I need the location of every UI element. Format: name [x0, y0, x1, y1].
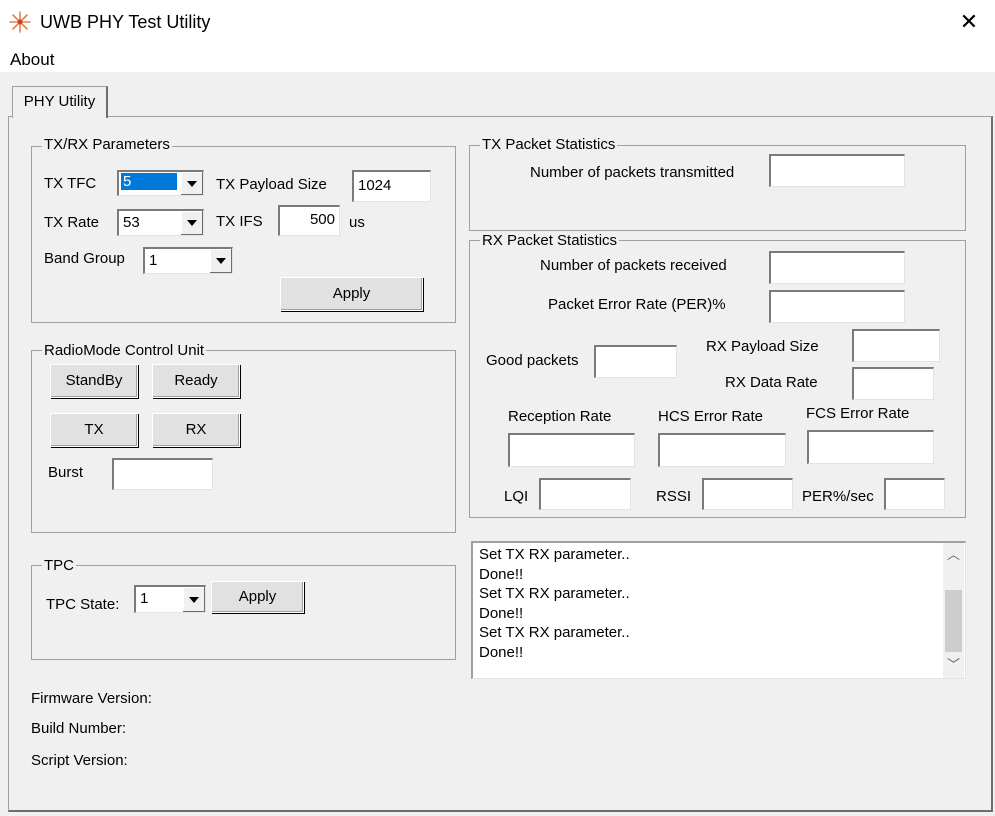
chevron-up-icon[interactable]: ︿	[943, 545, 964, 565]
rx-stats-title: RX Packet Statistics	[480, 232, 620, 249]
band-group-select[interactable]: 1	[143, 247, 233, 274]
standby-button[interactable]: StandBy	[50, 364, 138, 398]
txrx-parameters-title: TX/RX Parameters	[42, 136, 172, 153]
menu-about[interactable]: About	[10, 50, 54, 70]
rx-data-rate-input[interactable]	[852, 367, 934, 400]
tx-payload-size-label: TX Payload Size	[216, 176, 327, 193]
uwb-star-logo-icon	[9, 11, 31, 33]
log-scrollbar[interactable]: ︿ ﹀	[943, 543, 964, 678]
log-line: Set TX RX parameter..	[479, 546, 630, 563]
per-label: Packet Error Rate (PER)%	[548, 296, 726, 313]
log-line: Set TX RX parameter..	[479, 624, 630, 641]
per-input[interactable]	[769, 290, 905, 323]
ready-button[interactable]: Ready	[152, 364, 240, 398]
packets-transmitted-input[interactable]	[769, 154, 905, 187]
packets-received-label: Number of packets received	[540, 257, 727, 274]
fcs-error-rate-input[interactable]	[807, 430, 934, 464]
fcs-error-rate-label: FCS Error Rate	[806, 405, 910, 422]
chevron-down-icon[interactable]: ﹀	[943, 655, 964, 675]
log-textarea[interactable]: Set TX RX parameter.. Done!! Set TX RX p…	[471, 541, 966, 679]
reception-rate-label: Reception Rate	[508, 408, 612, 425]
close-button[interactable]: ✕	[952, 6, 986, 38]
txrx-apply-button[interactable]: Apply	[280, 277, 423, 311]
chevron-down-icon[interactable]	[209, 249, 232, 273]
script-version-label: Script Version:	[31, 752, 128, 769]
tx-rate-value: 53	[123, 214, 140, 231]
tx-tfc-value: 5	[121, 173, 177, 190]
tab-phy-utility[interactable]: PHY Utility	[12, 86, 108, 118]
burst-input[interactable]	[112, 458, 213, 490]
good-packets-label: Good packets	[486, 352, 579, 369]
tx-ifs-input[interactable]: 500	[278, 205, 340, 236]
packets-received-input[interactable]	[769, 251, 905, 284]
rx-button[interactable]: RX	[152, 413, 240, 447]
menu-bar	[0, 44, 995, 72]
rx-payload-size-input[interactable]	[852, 329, 940, 362]
radiomode-control-title: RadioMode Control Unit	[42, 342, 207, 359]
tpc-state-select[interactable]: 1	[134, 585, 206, 613]
scrollbar-thumb[interactable]	[945, 590, 962, 652]
firmware-version-label: Firmware Version:	[31, 690, 152, 707]
rx-payload-size-label: RX Payload Size	[706, 338, 819, 355]
per-sec-label: PER%/sec	[802, 488, 874, 505]
hcs-error-rate-input[interactable]	[658, 433, 786, 467]
tx-stats-title: TX Packet Statistics	[480, 136, 618, 153]
packets-transmitted-label: Number of packets transmitted	[530, 164, 735, 181]
band-group-value: 1	[149, 252, 158, 269]
tx-payload-size-input[interactable]: 1024	[352, 170, 431, 202]
band-group-label: Band Group	[44, 250, 125, 267]
chevron-down-icon[interactable]	[182, 587, 205, 612]
tx-button[interactable]: TX	[50, 413, 138, 447]
log-line: Done!!	[479, 565, 524, 583]
tx-tfc-select[interactable]: 5	[117, 170, 204, 196]
tpc-apply-button[interactable]: Apply	[211, 581, 304, 613]
tx-ifs-label: TX IFS	[216, 213, 263, 230]
tx-rate-select[interactable]: 53	[117, 209, 204, 236]
tx-rate-label: TX Rate	[44, 214, 100, 231]
reception-rate-input[interactable]	[508, 433, 635, 467]
tx-tfc-label: TX TFC	[44, 175, 97, 192]
tpc-state-label: TPC State:	[46, 596, 120, 613]
rx-data-rate-label: RX Data Rate	[725, 374, 818, 391]
rssi-label: RSSI	[656, 488, 692, 505]
log-line: Done!!	[479, 604, 524, 622]
window-title: UWB PHY Test Utility	[40, 12, 211, 32]
tpc-title: TPC	[42, 557, 76, 574]
rssi-input[interactable]	[702, 478, 793, 510]
hcs-error-rate-label: HCS Error Rate	[658, 408, 764, 425]
chevron-down-icon[interactable]	[180, 211, 203, 235]
good-packets-input[interactable]	[594, 345, 677, 378]
lqi-label: LQI	[504, 488, 529, 505]
log-line: Set TX RX parameter..	[479, 585, 630, 602]
tx-ifs-unit: us	[349, 214, 365, 231]
chevron-down-icon[interactable]	[180, 172, 203, 195]
lqi-input[interactable]	[539, 478, 631, 510]
build-number-label: Build Number:	[31, 720, 127, 737]
per-sec-input[interactable]	[884, 478, 945, 510]
tpc-state-value: 1	[140, 590, 149, 607]
burst-label: Burst	[48, 464, 84, 481]
log-line: Done!!	[479, 643, 524, 661]
